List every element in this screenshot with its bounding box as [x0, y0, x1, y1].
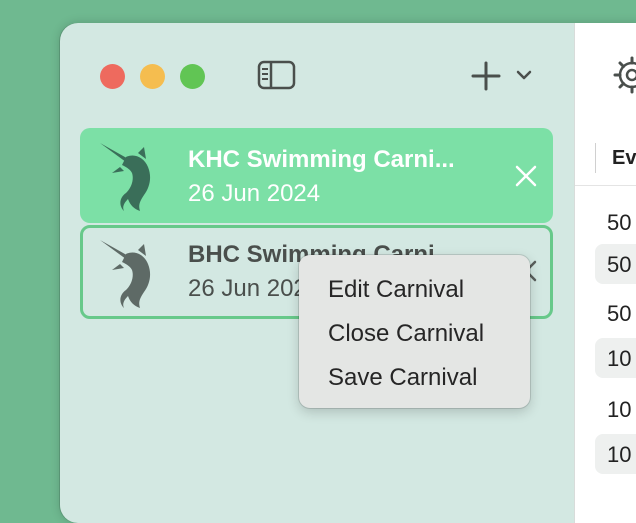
sidebar-toggle-icon[interactable] [257, 59, 297, 91]
carnival-date: 26 Jun 2024 [188, 180, 321, 207]
menu-item-close-carnival[interactable]: Close Carnival [328, 320, 484, 348]
row-value: 10 [607, 442, 632, 467]
detail-pane: Ev 50 50 50 10 10 10 [574, 23, 636, 523]
context-menu: Edit Carnival Close Carnival Save Carniv… [299, 255, 530, 408]
row-value: 50 [607, 210, 632, 235]
swordfish-icon [100, 143, 151, 211]
swordfish-icon [100, 240, 151, 308]
table-header: Ev [575, 133, 636, 186]
chevron-down-icon[interactable] [516, 69, 532, 81]
table-row[interactable]: 10 [595, 338, 636, 378]
gear-icon[interactable] [612, 55, 636, 95]
row-value: 50 [607, 301, 632, 326]
table-row[interactable]: 10 [595, 389, 636, 429]
column-header-event[interactable]: Ev [612, 147, 636, 170]
close-icon[interactable] [514, 164, 538, 188]
table-row[interactable]: 10 [595, 434, 636, 474]
carnival-card-khc[interactable]: KHC Swimming Carni... 26 Jun 2024 [80, 128, 553, 223]
carnival-title: KHC Swimming Carni... [188, 146, 455, 173]
table-row[interactable]: 50 [595, 202, 636, 242]
row-value: 10 [607, 397, 632, 422]
row-value: 10 [607, 346, 632, 371]
menu-item-edit-carnival[interactable]: Edit Carnival [328, 276, 464, 304]
row-value: 50 [607, 252, 632, 277]
close-window-button[interactable] [100, 64, 125, 89]
column-divider [595, 143, 596, 173]
minimize-window-button[interactable] [140, 64, 165, 89]
table-row[interactable]: 50 [595, 293, 636, 333]
menu-item-save-carnival[interactable]: Save Carnival [328, 364, 477, 392]
maximize-window-button[interactable] [180, 64, 205, 89]
table-row[interactable]: 50 [595, 244, 636, 284]
plus-icon[interactable] [471, 61, 501, 91]
